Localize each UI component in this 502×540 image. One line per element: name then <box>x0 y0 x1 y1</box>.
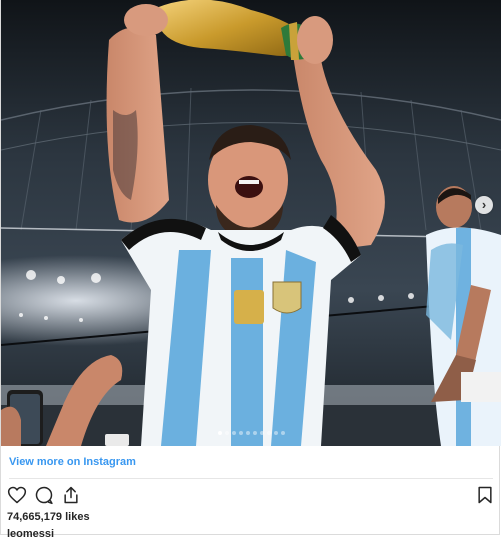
post-photo[interactable]: › <box>1 0 501 446</box>
bookmark-icon <box>478 486 492 504</box>
view-more-on-instagram-link[interactable]: View more on Instagram <box>9 456 136 468</box>
carousel-dot[interactable] <box>224 431 229 435</box>
likes-count[interactable]: 74,665,179 likes <box>7 511 90 523</box>
carousel-dot[interactable] <box>280 431 285 435</box>
share-button[interactable] <box>61 485 81 505</box>
comment-icon <box>35 486 53 505</box>
carousel-dot[interactable] <box>238 431 243 435</box>
like-button[interactable] <box>7 485 27 505</box>
post-username[interactable]: leomessi <box>7 528 54 540</box>
save-button[interactable] <box>475 485 495 505</box>
carousel-dots <box>1 431 501 435</box>
carousel-dot[interactable] <box>217 431 222 435</box>
chevron-right-icon: › <box>481 197 487 212</box>
carousel-dot[interactable] <box>252 431 257 435</box>
player-head <box>208 125 291 240</box>
carousel-dot[interactable] <box>273 431 278 435</box>
carousel-dot[interactable] <box>231 431 236 435</box>
carousel-dot[interactable] <box>245 431 250 435</box>
stadium-celebration-photo <box>1 0 501 446</box>
carousel-dot[interactable] <box>259 431 264 435</box>
share-icon <box>64 486 78 504</box>
carousel-dot[interactable] <box>266 431 271 435</box>
next-photo-button[interactable]: › <box>475 196 493 214</box>
comment-button[interactable] <box>34 485 54 505</box>
instagram-embed-post: › View more on Instagram 74,665,179 like… <box>0 0 501 540</box>
heart-icon <box>7 486 27 504</box>
divider <box>9 478 493 479</box>
